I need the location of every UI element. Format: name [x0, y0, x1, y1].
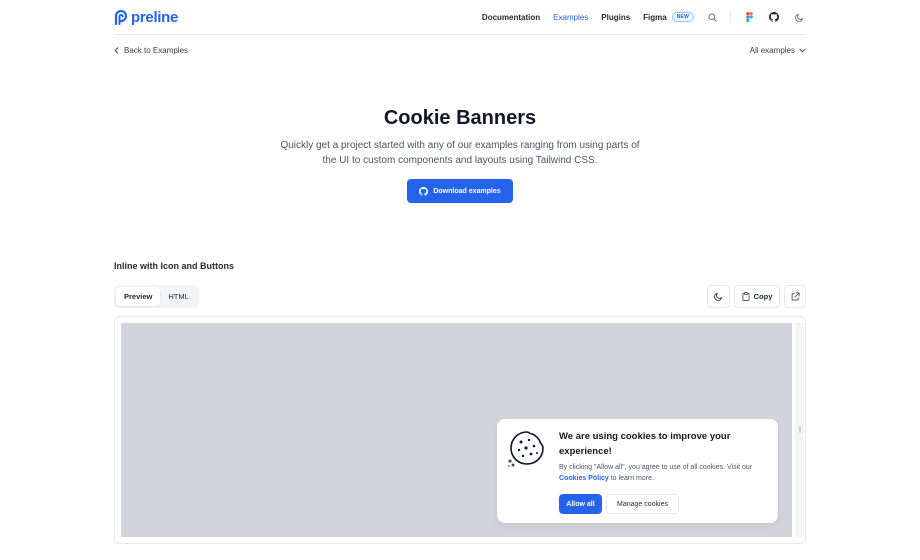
clipboard-icon — [742, 292, 750, 301]
cookie-text-before: By clicking "Allow all", you agree to us… — [559, 464, 753, 471]
site-header: preline Documentation Examples Plugins F… — [114, 0, 806, 35]
download-examples-label: Download examples — [433, 187, 501, 195]
cookie-text-after: to learn more. — [608, 475, 654, 482]
nav-plugins[interactable]: Plugins — [601, 13, 630, 22]
all-examples-label: All examples — [749, 46, 795, 55]
cookies-policy-link[interactable]: Cookies Policy — [559, 475, 609, 482]
subnav-bar: Back to Examples All examples — [114, 44, 806, 58]
section-title: Inline with Icon and Buttons — [114, 261, 234, 271]
copy-label: Copy — [753, 292, 773, 301]
view-tabs: Preview HTML — [114, 285, 199, 308]
nav-divider — [730, 12, 731, 22]
brand-name: preline — [131, 8, 179, 26]
copy-button[interactable]: Copy — [734, 285, 780, 308]
new-badge: NEW — [671, 12, 694, 22]
page-title: Cookie Banners — [383, 107, 537, 129]
nav-documentation[interactable]: Documentation — [482, 13, 540, 22]
nav-examples[interactable]: Examples — [553, 13, 588, 22]
open-new-tab-button[interactable] — [784, 285, 806, 308]
preline-logo-icon — [114, 9, 128, 25]
tab-preview[interactable]: Preview — [116, 287, 161, 306]
page-description: Quickly get a project started with any o… — [280, 140, 640, 166]
nav-figma[interactable]: Figma — [643, 13, 667, 22]
back-label: Back to Examples — [124, 46, 189, 55]
github-icon[interactable] — [767, 10, 781, 24]
external-link-icon — [791, 292, 800, 301]
chevron-left-icon — [114, 47, 119, 54]
tab-html[interactable]: HTML — [160, 287, 196, 306]
allow-all-button[interactable]: Allow all — [559, 494, 602, 514]
moon-icon — [714, 292, 723, 301]
preview-dark-mode-button[interactable] — [707, 285, 730, 308]
cookie-icon — [508, 431, 544, 467]
preview-resize-handle[interactable]: || — [795, 323, 804, 537]
back-to-examples-link[interactable]: Back to Examples — [114, 46, 188, 55]
cookie-title: We are using cookies to improve your exp… — [559, 431, 731, 457]
chevron-down-icon — [799, 48, 806, 53]
all-examples-dropdown[interactable]: All examples — [750, 46, 806, 55]
manage-cookies-button[interactable]: Manage cookies — [606, 494, 679, 514]
download-examples-button[interactable]: Download examples — [407, 179, 513, 203]
grip-icon: || — [798, 427, 801, 433]
brand-logo[interactable]: preline — [114, 8, 178, 26]
cookie-description: By clicking "Allow all", you agree to us… — [559, 462, 771, 484]
github-icon — [419, 186, 429, 196]
search-icon[interactable] — [705, 10, 719, 24]
cookie-banner: We are using cookies to improve your exp… — [497, 419, 778, 523]
figma-icon[interactable] — [742, 10, 756, 24]
moon-icon[interactable] — [792, 10, 806, 24]
main-nav: Documentation Examples Plugins Figma NEW — [469, 9, 806, 25]
